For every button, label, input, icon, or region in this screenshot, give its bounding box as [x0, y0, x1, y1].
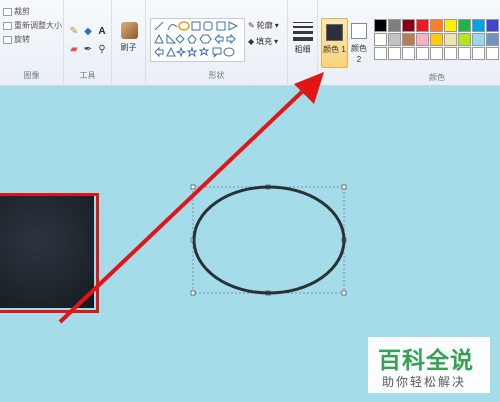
color2-swatch: [351, 23, 367, 39]
color-swatch[interactable]: [486, 47, 499, 60]
color-swatch[interactable]: [416, 33, 429, 46]
color1-button[interactable]: 颜色 1: [321, 18, 348, 68]
tools-group-label: 工具: [79, 71, 96, 80]
chevron-down-icon: ▾: [274, 37, 279, 46]
color-swatch[interactable]: [388, 19, 401, 32]
outline-button[interactable]: ✎ 轮廓 ▾: [248, 20, 279, 31]
color-swatch[interactable]: [374, 33, 387, 46]
size-label: 粗细: [294, 45, 311, 54]
brush-icon: [121, 22, 138, 39]
eraser-icon[interactable]: ▰: [68, 44, 80, 56]
outline-label: 轮廓: [256, 21, 273, 30]
color-swatch[interactable]: [402, 19, 415, 32]
colors-group-label: 颜色: [429, 73, 445, 82]
color1-label: 颜色 1: [323, 45, 346, 54]
text-tool-icon[interactable]: A: [96, 26, 108, 38]
color-swatch[interactable]: [388, 33, 401, 46]
brush-label: 刷子: [120, 43, 137, 52]
color-swatch[interactable]: [444, 33, 457, 46]
shapes-group-label: 形状: [208, 71, 225, 80]
tools-group: ✎ ◆ A ▰ ✒ ⚲ 工具: [64, 0, 112, 86]
color-picker-icon[interactable]: ✒: [82, 44, 94, 56]
color-palette: [374, 19, 499, 60]
color-swatch[interactable]: [430, 47, 443, 60]
color-swatch[interactable]: [472, 19, 485, 32]
crop-label: 裁剪: [14, 7, 30, 16]
color-swatch[interactable]: [374, 19, 387, 32]
crop-icon: [3, 7, 12, 16]
color-swatch[interactable]: [472, 47, 485, 60]
image-group: 裁剪 重新调整大小 旋转 图像: [0, 0, 64, 86]
outline-icon: ✎: [248, 21, 255, 30]
resize-icon: [3, 21, 12, 30]
color-swatch[interactable]: [402, 33, 415, 46]
color2-label: 颜色 2: [351, 44, 367, 64]
ribbon: 裁剪 重新调整大小 旋转 图像 ✎ ◆ A ▰ ✒ ⚲ 工具 刷子 ✎ 轮廓 ▾…: [0, 0, 500, 86]
shape-gallery[interactable]: [150, 18, 245, 62]
color-swatch[interactable]: [416, 19, 429, 32]
color-swatch[interactable]: [402, 47, 415, 60]
fill-bucket-icon[interactable]: ◆: [82, 26, 94, 38]
magnifier-icon[interactable]: ⚲: [96, 44, 108, 56]
color-swatch[interactable]: [430, 19, 443, 32]
watermark-subtitle: 助你轻松解决: [382, 375, 467, 389]
image-group-label: 图像: [23, 71, 40, 80]
resize-label: 重新调整大小: [14, 21, 62, 30]
color-swatch[interactable]: [374, 47, 387, 60]
color2-button[interactable]: 颜色 2: [348, 18, 370, 68]
fill-label: 填充: [256, 37, 273, 46]
fill-button[interactable]: ◆ 填充 ▾: [248, 36, 278, 47]
rotate-button[interactable]: 旋转: [3, 34, 30, 45]
size-button[interactable]: 粗细: [288, 0, 318, 86]
color1-swatch: [326, 24, 343, 41]
color-swatch[interactable]: [472, 33, 485, 46]
color-swatch[interactable]: [444, 47, 457, 60]
color-swatch[interactable]: [458, 19, 471, 32]
color-swatch[interactable]: [458, 47, 471, 60]
color-swatch[interactable]: [486, 33, 499, 46]
color-swatch[interactable]: [458, 33, 471, 46]
pencil-icon[interactable]: ✎: [68, 26, 80, 38]
color-swatch[interactable]: [388, 47, 401, 60]
resize-button[interactable]: 重新调整大小: [3, 20, 62, 31]
color-swatch[interactable]: [416, 47, 429, 60]
color-swatch[interactable]: [430, 33, 443, 46]
chevron-down-icon: ▾: [274, 21, 279, 30]
rotate-icon: [3, 35, 12, 44]
rotate-label: 旋转: [14, 35, 30, 44]
shape-gallery-icons: [154, 21, 239, 58]
brush-button[interactable]: 刷子: [112, 0, 146, 86]
fill-icon: ◆: [248, 37, 255, 46]
crop-button[interactable]: 裁剪: [3, 6, 30, 17]
highlight-box: [0, 193, 99, 313]
color-swatch[interactable]: [444, 19, 457, 32]
color-swatch[interactable]: [486, 19, 499, 32]
watermark-logo: 百科全说 助你轻松解决: [368, 337, 490, 393]
shapes-group: ✎ 轮廓 ▾ ◆ 填充 ▾ 形状: [146, 0, 288, 86]
line-width-icon: [293, 22, 313, 44]
watermark-title: 百科全说: [378, 348, 474, 374]
